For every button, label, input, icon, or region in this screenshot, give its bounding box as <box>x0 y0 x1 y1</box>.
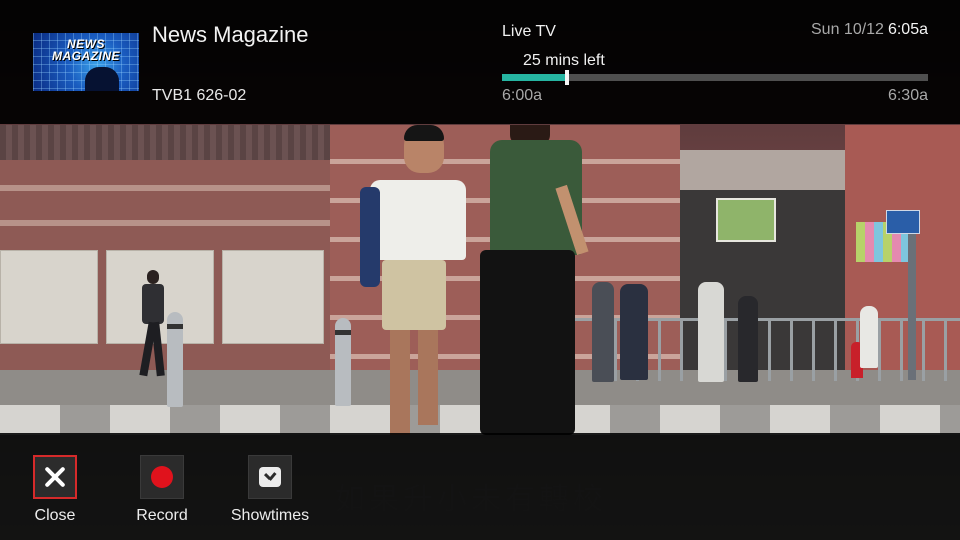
shutter <box>222 250 324 344</box>
current-time: 6:05a <box>887 21 928 38</box>
progress-track[interactable] <box>502 70 928 85</box>
close-button[interactable]: Close <box>10 455 100 535</box>
group-of-pedestrians <box>590 282 770 382</box>
student-right <box>860 306 878 368</box>
program-title: News Magazine <box>152 22 309 47</box>
bollard <box>335 318 351 406</box>
playhead-marker[interactable] <box>565 70 570 85</box>
showtimes-button-frame[interactable] <box>248 455 292 499</box>
record-button[interactable]: Record <box>117 455 207 535</box>
bollard <box>167 312 183 407</box>
sign-pole <box>908 210 916 380</box>
pedestrian-left <box>139 270 166 378</box>
program-logo: NEWS MAGAZINE <box>33 33 139 91</box>
subtitle-text: 如果升小未有轉校 <box>335 482 607 517</box>
program-end-time: 6:30a <box>887 87 928 104</box>
schoolboy <box>360 125 470 435</box>
current-datetime: Sun 10/12 6:05a <box>811 21 928 39</box>
progress-fill <box>502 74 568 81</box>
close-label: Close <box>34 507 76 524</box>
clock-icon <box>259 467 281 487</box>
record-icon <box>151 466 173 488</box>
channel-number: TVB1 626-02 <box>152 87 247 104</box>
time-remaining: 25 mins left <box>523 52 605 69</box>
shutter <box>0 250 98 344</box>
logo-text-line2: MAGAZINE <box>52 49 120 63</box>
street-sign <box>886 210 920 234</box>
info-banner: NEWS MAGAZINE News Magazine TVB1 626-02 … <box>0 0 960 124</box>
record-label: Record <box>136 507 188 524</box>
showtimes-button[interactable]: Showtimes <box>225 455 315 535</box>
program-start-time: 6:00a <box>502 87 543 104</box>
close-icon <box>42 464 68 490</box>
close-button-frame[interactable] <box>33 455 77 499</box>
current-date: Sun 10/12 <box>811 21 884 38</box>
live-tv-label: Live TV <box>502 23 556 40</box>
notice-board <box>716 198 776 242</box>
adult-walking <box>470 125 600 435</box>
record-button-frame[interactable] <box>140 455 184 499</box>
showtimes-label: Showtimes <box>230 507 310 524</box>
